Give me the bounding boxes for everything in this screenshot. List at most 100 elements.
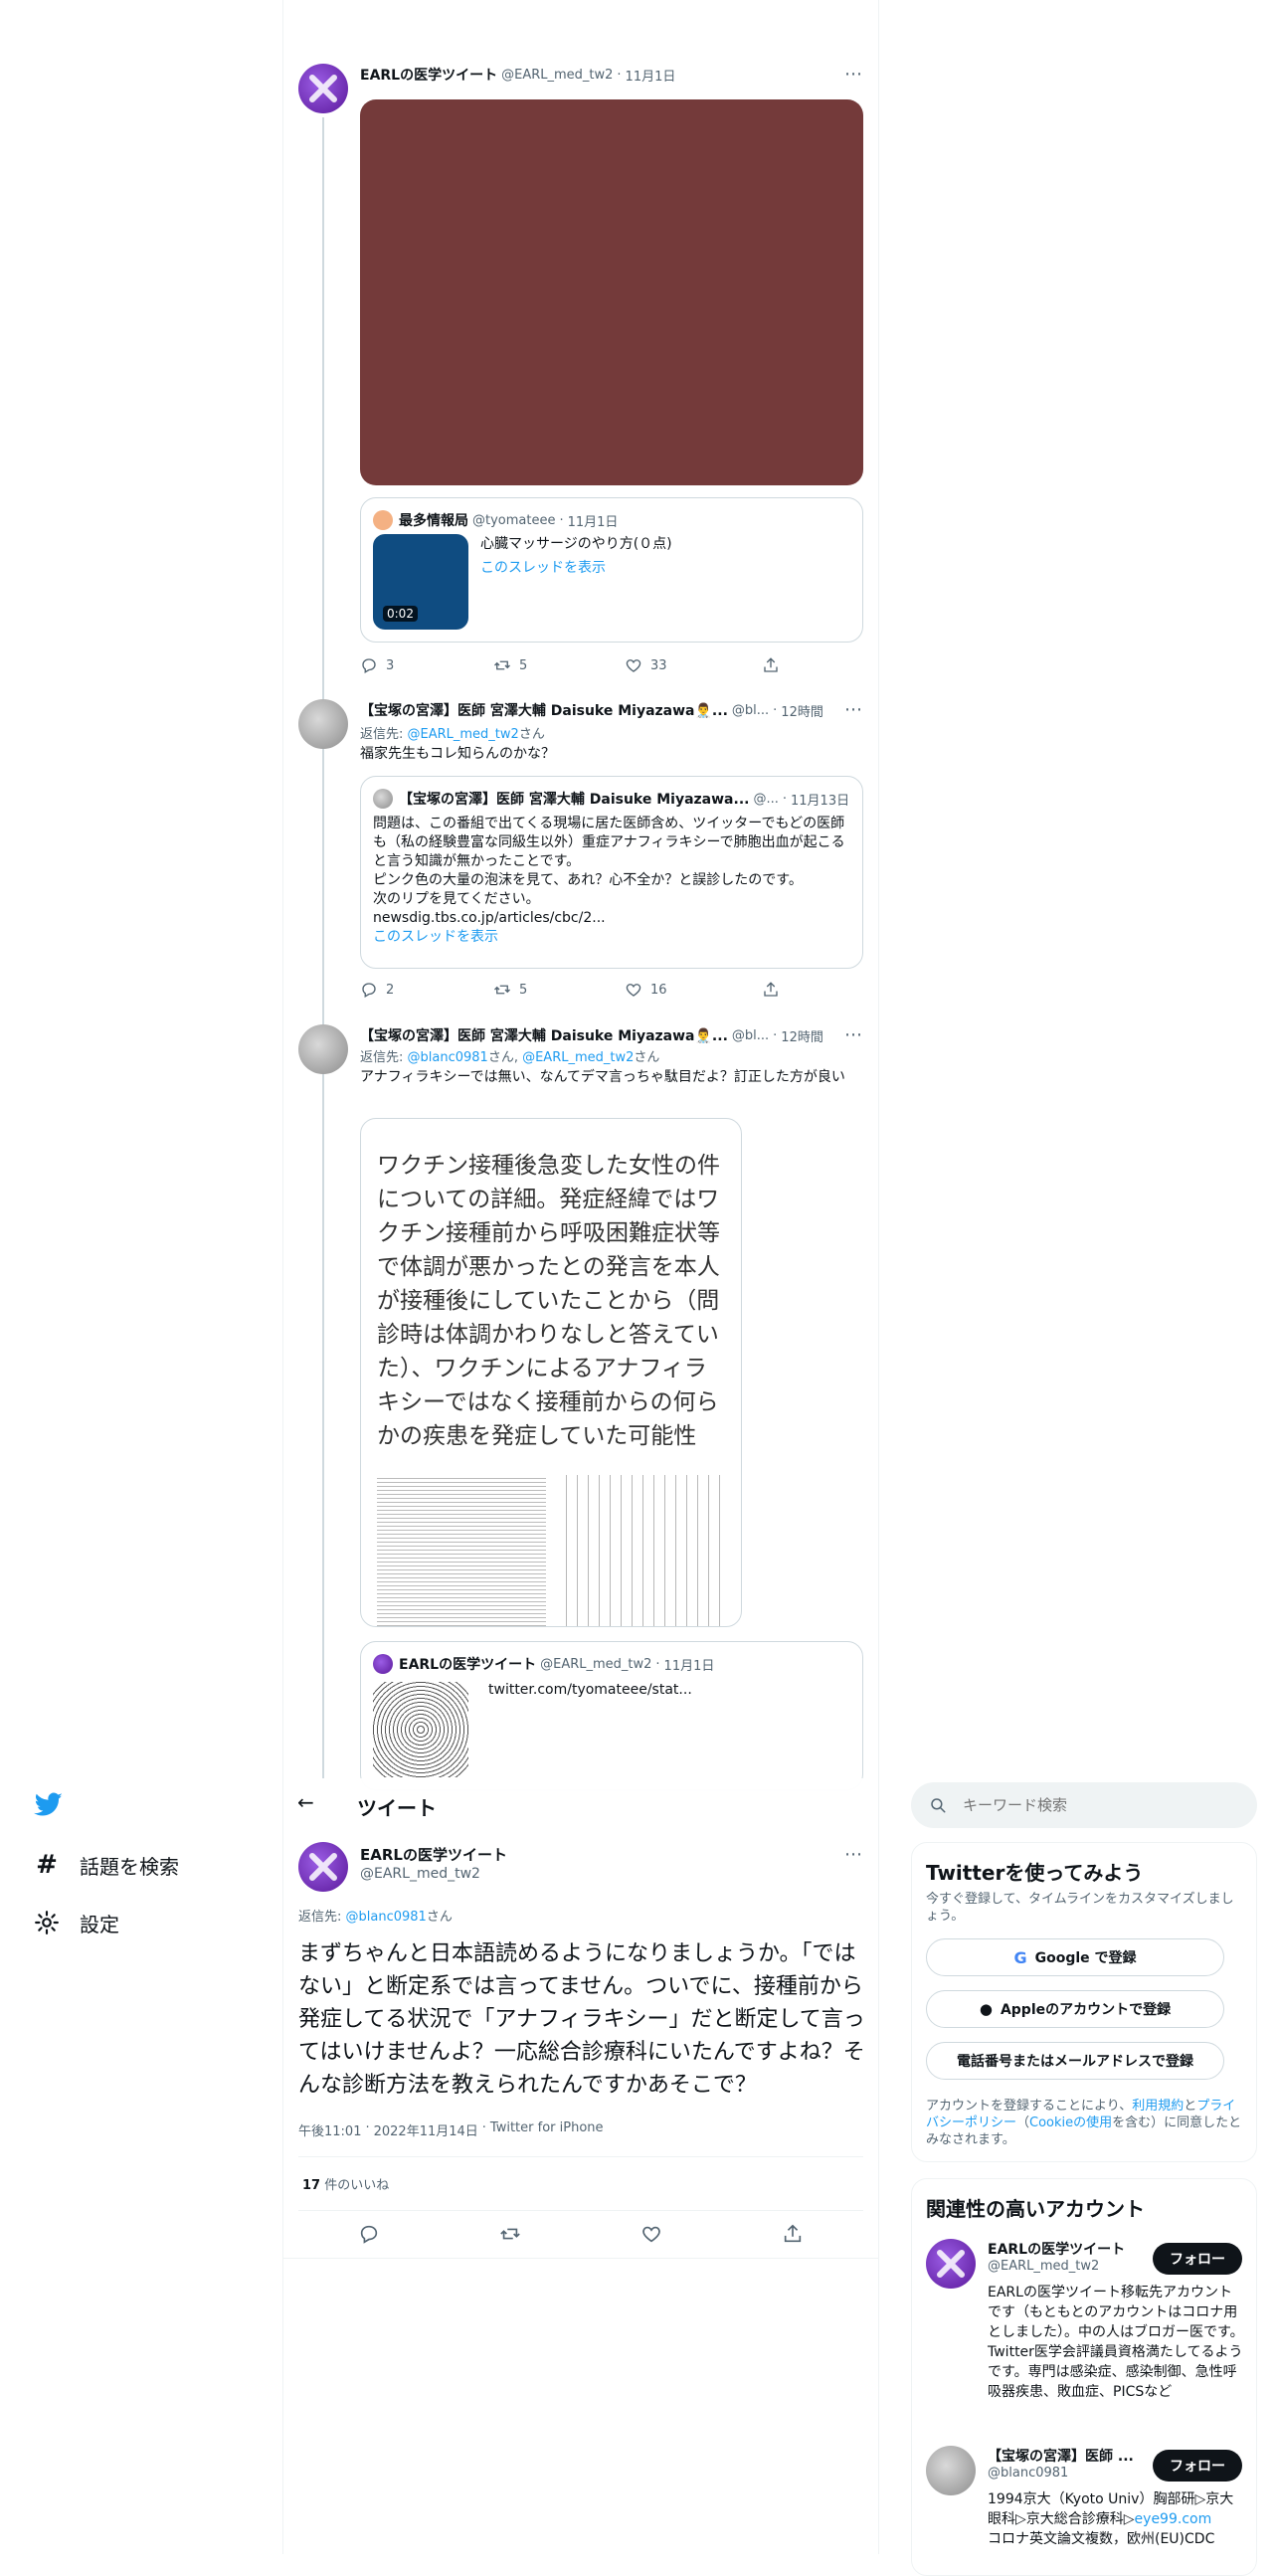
like-button[interactable]: 33: [625, 656, 667, 674]
reply-icon: [362, 983, 376, 998]
phone-email-signup-button[interactable]: 電話番号またはメールアドレスで登録: [926, 2042, 1224, 2080]
search-box[interactable]: [911, 1782, 1257, 1828]
reply-prefix: 返信先:: [360, 727, 408, 742]
google-signup-button[interactable]: G Google で登録: [926, 1938, 1224, 1976]
retweet-icon: [494, 660, 510, 670]
reply-context: 返信先: @blanc0981さん, @EARL_med_tw2さん: [360, 1046, 659, 1065]
quote-date: 11月1日: [567, 514, 619, 530]
related-handle[interactable]: @blanc0981: [988, 2466, 1068, 2481]
heart-icon[interactable]: [640, 2223, 662, 2245]
image-text: ワクチン接種後急変した女性の件についての詳細。発症経緯ではワクチン接種前から呼吸…: [377, 1153, 720, 1449]
tweet-date[interactable]: 2022年11月14日: [374, 2120, 478, 2139]
author-handle[interactable]: @EARL_med_tw2: [501, 68, 613, 83]
follow-button[interactable]: フォロー: [1153, 2243, 1242, 2275]
author-handle[interactable]: @bl...: [732, 703, 769, 718]
tweet-time[interactable]: 午後11:01: [298, 2120, 361, 2139]
more-icon[interactable]: ⋯: [841, 1844, 865, 1866]
nav-explore-label: 話題を検索: [80, 1854, 179, 1879]
newspaper-clipping-left: [377, 1475, 546, 1626]
follow-button[interactable]: フォロー: [1153, 2450, 1242, 2482]
hashtag-icon: #: [36, 1850, 58, 1880]
video-thumbnail[interactable]: 0:02: [373, 534, 468, 630]
quote-tweet[interactable]: 最多情報局 @tyomateee · 11月1日 0:02 心臓マッサージのやり…: [360, 497, 863, 643]
retweet-button[interactable]: 5: [493, 981, 527, 999]
avatar[interactable]: [298, 1842, 348, 1892]
tweet-date[interactable]: 11月1日: [626, 66, 676, 85]
tweet-time[interactable]: 12時間: [781, 1026, 823, 1045]
back-arrow-icon[interactable]: ←: [297, 1790, 314, 1814]
tweet-source[interactable]: Twitter for iPhone: [490, 2120, 604, 2139]
twitter-logo-icon[interactable]: [34, 1792, 64, 1818]
reply-to-link[interactable]: @blanc0981: [346, 1910, 427, 1925]
author-name[interactable]: 【宝塚の宮澤】医師 宮澤大輔 Daisuke Miyazawa👨‍⚕️...: [360, 700, 728, 720]
legal-text: アカウントを登録することにより、: [926, 2099, 1133, 2114]
retweet-button[interactable]: 5: [493, 656, 527, 674]
author-handle[interactable]: @bl...: [732, 1028, 769, 1043]
avatar[interactable]: [298, 64, 348, 113]
separator: ·: [559, 512, 564, 528]
cookie-link[interactable]: Cookieの使用: [1029, 2116, 1112, 2130]
main-author-name[interactable]: EARLの医学ツイート: [360, 1844, 507, 1865]
more-icon[interactable]: ⋯: [841, 64, 865, 86]
main-author-handle[interactable]: @EARL_med_tw2: [360, 1866, 480, 1882]
related-title: 関連性の高いアカウント: [926, 2197, 1145, 2221]
author-name[interactable]: 【宝塚の宮澤】医師 宮澤大輔 Daisuke Miyazawa👨‍⚕️...: [360, 1025, 728, 1045]
search-input[interactable]: [963, 1796, 1241, 1814]
reply-icon[interactable]: [358, 2223, 380, 2245]
related-handle[interactable]: @EARL_med_tw2: [988, 2259, 1099, 2274]
nav-settings[interactable]: 設定: [34, 1908, 119, 1937]
more-icon[interactable]: ⋯: [841, 1024, 865, 1046]
quote-url: newsdig.tbs.co.jp/articles/cbc/2...: [373, 910, 606, 926]
show-thread-link[interactable]: このスレッドを表示: [373, 928, 854, 947]
reply-button[interactable]: 3: [360, 656, 394, 674]
nav-explore[interactable]: # 話題を検索: [34, 1850, 179, 1880]
reply-to-link[interactable]: @EARL_med_tw2: [522, 1050, 634, 1065]
terms-link[interactable]: 利用規約: [1132, 2099, 1184, 2114]
quote-tweet[interactable]: EARLの医学ツイート @EARL_med_tw2 · 11月1日 twitte…: [360, 1641, 863, 1790]
avatar[interactable]: [298, 699, 348, 749]
avatar[interactable]: [298, 1024, 348, 1074]
reply-button[interactable]: 2: [360, 981, 394, 999]
signup-legal: アカウントを登録することにより、利用規約とプライバシーポリシー（Cookieの使…: [926, 2098, 1244, 2148]
share-button[interactable]: [762, 981, 780, 1003]
show-thread-link[interactable]: このスレッドを表示: [480, 558, 606, 578]
quote-thumbnail: [373, 1682, 468, 1777]
quote-text: twitter.com/tyomateee/stat...: [488, 1682, 692, 1698]
separator: ·: [782, 791, 788, 807]
apple-icon: ●: [979, 2000, 993, 2018]
apple-signup-button[interactable]: ● Appleのアカウントで登録: [926, 1990, 1224, 2028]
tweet-actions: 2 5 16: [360, 981, 863, 1001]
tweet-text: アナフィラキシーでは無い、なんてデマ言っちゃ駄目だよ？訂正した方が良い: [360, 1069, 845, 1085]
tweet-time[interactable]: 12時間: [781, 701, 823, 720]
author-name[interactable]: EARLの医学ツイート: [360, 65, 497, 85]
reply-to-link[interactable]: @EARL_med_tw2: [408, 727, 519, 742]
gear-icon: [35, 1911, 59, 1934]
retweet-icon[interactable]: [499, 2223, 521, 2245]
share-icon[interactable]: [782, 2223, 804, 2245]
related-bio: 1994京大（Kyoto Univ）胸部研▷京大眼科▷京大総合診療科▷eye99…: [988, 2489, 1244, 2549]
related-avatar[interactable]: [926, 2239, 976, 2289]
quote-author-handle: @tyomateee: [472, 512, 556, 528]
main-column-left-border: [282, 0, 283, 2554]
more-icon[interactable]: ⋯: [841, 699, 865, 721]
retweet-count: 5: [519, 982, 528, 998]
reply-to-link[interactable]: @blanc0981: [408, 1050, 488, 1065]
bio-text: コロナ英文論文複数，欧州(EU)CDC: [988, 2531, 1215, 2547]
like-button[interactable]: 16: [625, 981, 667, 999]
likes-summary[interactable]: 17 件のいいね: [302, 2174, 389, 2193]
retweet-count: 5: [519, 657, 528, 673]
newspaper-clipping-right: [556, 1475, 727, 1626]
quote-tweet[interactable]: 【宝塚の宮澤】医師 宮澤大輔 Daisuke Miyazawa... @... …: [360, 776, 863, 969]
tweet-image[interactable]: ワクチン接種後急変した女性の件についての詳細。発症経緯ではワクチン接種前から呼吸…: [360, 1118, 742, 1627]
bio-link[interactable]: eye99.com: [1135, 2511, 1212, 2527]
related-name[interactable]: EARLの医学ツイート: [988, 2239, 1125, 2259]
related-avatar[interactable]: [926, 2446, 976, 2495]
quote-avatar: [373, 789, 393, 809]
tweet-text: 福家先生もコレ知らんのかな？: [360, 746, 555, 762]
quote-avatar: [373, 1654, 393, 1674]
google-icon: G: [1013, 1947, 1027, 1967]
tweet-image[interactable]: [360, 99, 863, 485]
related-name[interactable]: 【宝塚の宮澤】医師 ...: [988, 2446, 1134, 2466]
share-button[interactable]: [762, 656, 780, 678]
separator: ·: [773, 702, 778, 718]
